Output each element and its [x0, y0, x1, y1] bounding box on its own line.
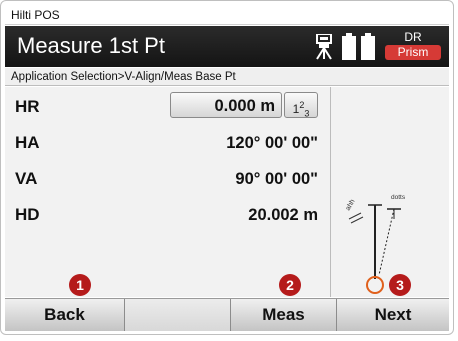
row-label: HD: [15, 205, 40, 224]
marker-3: 3: [389, 274, 411, 296]
battery-icon-2: [361, 33, 375, 60]
empty-softkey[interactable]: [125, 299, 231, 331]
breadcrumb: Application Selection>V-Align/Meas Base …: [5, 68, 449, 86]
distance-mode-label: DR: [404, 30, 422, 44]
row-value: 90° 00' 00": [235, 170, 318, 188]
title-bar: Measure 1st Pt DR Prism: [5, 26, 449, 67]
row-value: 20.002 m: [248, 206, 318, 224]
numeric-mode-toggle[interactable]: 123: [284, 92, 318, 118]
measurement-row-hr: HR 0.000 m 123: [5, 89, 330, 125]
pole-icon: [368, 204, 401, 279]
row-label: VA: [15, 169, 38, 188]
row-label: HA: [15, 133, 40, 152]
instrument-icon: [316, 34, 332, 60]
back-button[interactable]: Back: [5, 299, 125, 331]
marker-1: 1: [69, 274, 91, 296]
tripod-icon: ahh: [345, 198, 364, 224]
marker-2: 2: [279, 274, 301, 296]
measurement-panel: HR 0.000 m 123 HA 120° 00' 00" VA 90° 00…: [5, 87, 449, 297]
measurement-list: HR 0.000 m 123 HA 120° 00' 00" VA 90° 00…: [5, 87, 330, 297]
row-label: HR: [15, 97, 40, 116]
app-title: Hilti POS: [5, 5, 449, 25]
hr-input-field[interactable]: 0.000 m: [170, 92, 282, 118]
diagram-note: dotts: [391, 194, 406, 201]
battery-icon: [342, 33, 356, 60]
meas-button[interactable]: Meas: [231, 299, 337, 331]
target-circle: [366, 276, 384, 294]
row-value: 120° 00' 00": [226, 134, 318, 152]
prism-label: Prism: [385, 45, 441, 60]
measurement-row-va: VA 90° 00' 00": [5, 161, 330, 197]
target-mode-badge: DR Prism: [385, 31, 441, 61]
device-screen: Hilti POS Measure 1st Pt DR Prism Applic…: [0, 0, 454, 335]
measurement-row-ha: HA 120° 00' 00": [5, 125, 330, 161]
hr-value: 0.000 m: [214, 97, 275, 115]
setup-diagram-svg: ahh dotts: [345, 194, 406, 294]
softkey-bar: Back Meas Next: [5, 298, 449, 331]
setup-diagram: ahh dotts 3: [331, 87, 449, 297]
measurement-row-hd: HD 20.002 m: [5, 197, 330, 233]
numeric-mode-icon: 123: [292, 100, 310, 119]
svg-text:ahh: ahh: [345, 198, 357, 212]
next-button[interactable]: Next: [337, 299, 449, 331]
page-title: Measure 1st Pt: [17, 33, 165, 58]
